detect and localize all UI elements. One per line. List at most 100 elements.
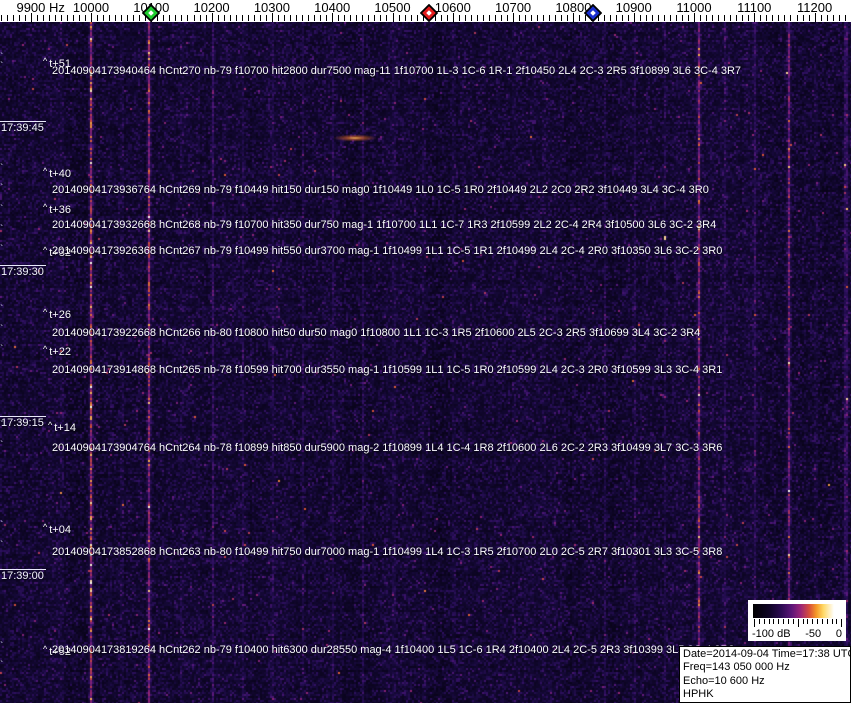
ruler-tick — [362, 15, 364, 21]
ruler-tick — [706, 15, 708, 21]
ruler-tick — [283, 15, 285, 21]
left-event-mark: ` — [0, 224, 4, 235]
ruler-tick — [651, 15, 653, 21]
green-diamond-marker[interactable] — [142, 3, 161, 23]
ruler-tick — [470, 15, 472, 21]
ruler-tick — [700, 15, 702, 21]
info-line: Freq=143 050 000 Hz — [683, 661, 790, 674]
left-event-mark: ` — [0, 204, 4, 215]
freq-label: 10200 — [193, 0, 230, 15]
ruler-tick — [519, 15, 521, 21]
ruler-tick — [537, 15, 539, 21]
caret-icon: ^ — [43, 307, 48, 317]
ruler-tick — [374, 15, 376, 21]
ruler-tick — [440, 15, 442, 21]
freq-label: 10600 — [434, 0, 471, 15]
event-data-line: 20140904173852868 hCnt263 nb-80 f10499 h… — [52, 546, 723, 558]
ruler-tick — [78, 15, 80, 21]
ruler-tick — [826, 15, 828, 21]
ruler-tick — [621, 15, 623, 21]
ruler-tick — [380, 15, 382, 21]
ruler-tick — [139, 15, 141, 21]
event-data-line: 20140904173926368 hCnt267 nb-79 f10499 h… — [52, 245, 723, 257]
legend-tick — [778, 619, 780, 624]
event-data-line: 20140904173940464 hCnt270 nb-79 f10700 h… — [52, 65, 742, 77]
ruler-tick — [344, 15, 346, 21]
freq-label: 10700 — [495, 0, 532, 15]
ruler-tick — [289, 15, 291, 21]
caret-icon: ^ — [43, 245, 48, 255]
ruler-tick — [181, 15, 183, 21]
left-event-mark: ` — [0, 520, 4, 531]
legend-tick — [773, 619, 775, 624]
ruler-tick — [54, 15, 56, 21]
ruler-tick — [603, 15, 605, 21]
ruler-tick — [12, 15, 14, 21]
ruler-tick — [645, 15, 647, 21]
blue-diamond-marker[interactable] — [584, 3, 603, 23]
freq-label: 11100 — [737, 0, 772, 15]
freq-label: 10000 — [72, 0, 110, 15]
ruler-tick — [199, 15, 201, 21]
ruler-tick — [838, 15, 840, 21]
time-label: 17:39:45 — [1, 122, 44, 134]
freq-label: 10500 — [374, 0, 411, 15]
freq-label: 11000 — [676, 0, 712, 15]
ruler-tick — [742, 15, 744, 21]
ruler-tick — [669, 15, 671, 21]
time-label: 17:39:00 — [1, 570, 44, 582]
ruler-tick — [97, 15, 99, 21]
ruler-tick — [567, 15, 569, 21]
left-event-mark: ` — [0, 540, 4, 551]
db-gradient-bar — [753, 604, 841, 618]
ruler-tick — [265, 15, 267, 21]
ruler-tick — [609, 15, 611, 21]
ruler-tick — [169, 15, 171, 21]
legend-tick — [826, 619, 828, 624]
legend-tick — [792, 619, 794, 624]
info-box: Date=2014-09-04 Time=17:38 UTC Freq=143 0… — [679, 646, 851, 703]
event-data-line: 20140904173936764 hCnt269 nb-79 f10449 h… — [52, 184, 709, 196]
ruler-tick — [193, 15, 195, 21]
freq-label: 9900 Hz — [16, 0, 65, 15]
legend-tick — [763, 619, 765, 624]
ruler-tick — [133, 15, 135, 21]
ruler-tick — [60, 15, 62, 21]
red-diamond-marker[interactable] — [419, 3, 438, 23]
legend-tick — [817, 619, 819, 624]
ruler-tick — [308, 15, 310, 21]
event-time-marker: ^ t+14 — [48, 420, 76, 434]
event-marker-label: t+26 — [49, 309, 71, 321]
info-line: Echo=10 600 Hz — [683, 674, 765, 687]
event-time-marker: ^ t+22 — [43, 344, 71, 358]
ruler-tick — [229, 15, 231, 21]
event-marker-label: t+40 — [49, 168, 71, 180]
ruler-tick — [72, 15, 74, 21]
legend-label: -50 — [805, 628, 822, 640]
event-data-line: 20140904173922668 hCnt266 nb-80 f10800 h… — [52, 327, 701, 339]
left-event-mark: ` — [0, 420, 4, 431]
ruler-tick — [561, 15, 563, 21]
ruler-tick — [217, 15, 219, 21]
legend-tick — [821, 619, 823, 624]
ruler-tick — [476, 15, 478, 21]
ruler-tick — [416, 15, 418, 21]
ruler-tick — [302, 15, 304, 21]
ruler-tick — [235, 15, 237, 21]
ruler-tick — [615, 15, 617, 21]
event-marker-label: t+36 — [49, 204, 71, 216]
caret-icon: ^ — [43, 166, 48, 176]
ruler-tick — [115, 15, 117, 21]
ruler-tick — [778, 15, 780, 21]
ruler-tick — [404, 15, 406, 21]
ruler-tick — [277, 15, 279, 21]
ruler-tick — [259, 15, 261, 21]
ruler-tick — [103, 15, 105, 21]
event-data-line: 20140904173819264 hCnt262 nb-79 f10400 h… — [52, 644, 735, 656]
ruler-tick — [579, 15, 581, 21]
ruler-tick — [820, 15, 822, 21]
legend-tick — [841, 619, 843, 627]
event-data-line: 20140904173904764 hCnt264 nb-78 f10899 h… — [52, 442, 723, 454]
caret-icon: ^ — [43, 202, 48, 212]
ruler-tick — [531, 15, 533, 21]
